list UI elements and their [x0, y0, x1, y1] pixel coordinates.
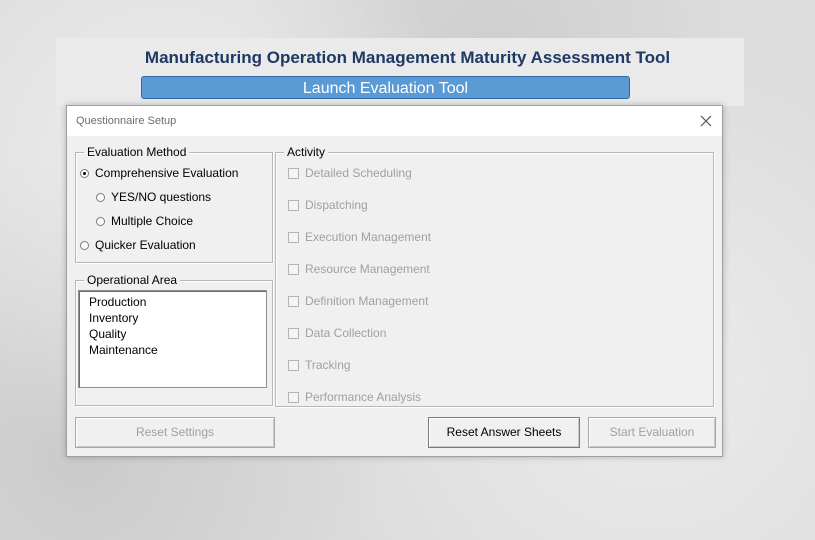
reset-settings-button[interactable]: Reset Settings — [75, 417, 275, 448]
checkbox-performance-analysis[interactable]: Performance Analysis — [288, 389, 421, 405]
operational-area-listbox[interactable]: Production Inventory Quality Maintenance — [78, 290, 267, 388]
checkbox-label: Execution Management — [305, 230, 432, 244]
radio-label: YES/NO questions — [111, 190, 212, 204]
checkbox-execution-management[interactable]: Execution Management — [288, 229, 431, 245]
checkbox-data-collection[interactable]: Data Collection — [288, 325, 386, 341]
dialog-title: Questionnaire Setup — [76, 115, 177, 127]
radio-label: Multiple Choice — [111, 214, 194, 228]
checkbox-label: Performance Analysis — [305, 390, 422, 404]
checkbox-resource-management[interactable]: Resource Management — [288, 261, 430, 277]
dialog-titlebar[interactable]: Questionnaire Setup — [67, 106, 722, 136]
list-item[interactable]: Quality — [89, 326, 266, 342]
radio-quicker-evaluation[interactable]: Quicker Evaluation — [80, 237, 196, 253]
checkbox-icon — [288, 359, 299, 371]
app-title: Manufacturing Operation Management Matur… — [144, 48, 671, 67]
checkbox-label: Data Collection — [305, 326, 387, 340]
checkbox-tracking[interactable]: Tracking — [288, 357, 351, 373]
checkbox-definition-management[interactable]: Definition Management — [288, 293, 428, 309]
evaluation-method-frame: Evaluation Method Comprehensive Evaluati… — [75, 145, 273, 263]
checkbox-dispatching[interactable]: Dispatching — [288, 197, 368, 213]
checkbox-icon — [288, 263, 299, 275]
activity-frame: Activity Detailed Scheduling Dispatching… — [275, 145, 714, 407]
radio-yes-no-questions[interactable]: YES/NO questions — [96, 189, 211, 205]
evaluation-method-label: Evaluation Method — [84, 145, 190, 159]
start-evaluation-button[interactable]: Start Evaluation — [588, 417, 716, 448]
radio-button-icon — [96, 216, 105, 226]
radio-button-icon — [96, 192, 105, 202]
checkbox-icon — [288, 167, 299, 179]
checkbox-icon — [288, 327, 299, 339]
radio-label: Quicker Evaluation — [95, 238, 196, 252]
reset-answer-sheets-button[interactable]: Reset Answer Sheets — [428, 417, 580, 448]
checkbox-label: Definition Management — [305, 294, 429, 308]
radio-multiple-choice[interactable]: Multiple Choice — [96, 213, 193, 229]
operational-area-label: Operational Area — [84, 273, 181, 287]
list-item[interactable]: Maintenance — [89, 342, 266, 358]
checkbox-icon — [288, 199, 299, 211]
checkbox-detailed-scheduling[interactable]: Detailed Scheduling — [288, 165, 412, 181]
list-item[interactable]: Inventory — [89, 310, 266, 326]
activity-label: Activity — [284, 145, 329, 159]
radio-label: Comprehensive Evaluation — [95, 166, 239, 180]
launch-evaluation-button[interactable]: Launch Evaluation Tool — [141, 76, 630, 99]
radio-button-icon — [80, 168, 89, 178]
questionnaire-setup-dialog: Questionnaire Setup Evaluation Method Co… — [66, 105, 723, 457]
checkbox-icon — [288, 231, 299, 243]
radio-comprehensive-evaluation[interactable]: Comprehensive Evaluation — [80, 165, 238, 181]
checkbox-icon — [288, 391, 299, 403]
checkbox-label: Detailed Scheduling — [305, 166, 412, 180]
list-item[interactable]: Production — [89, 294, 266, 310]
checkbox-label: Resource Management — [305, 262, 430, 276]
radio-button-icon — [80, 240, 89, 250]
close-icon[interactable] — [696, 111, 716, 131]
checkbox-label: Dispatching — [305, 198, 368, 212]
checkbox-label: Tracking — [305, 358, 351, 372]
checkbox-icon — [288, 295, 299, 307]
